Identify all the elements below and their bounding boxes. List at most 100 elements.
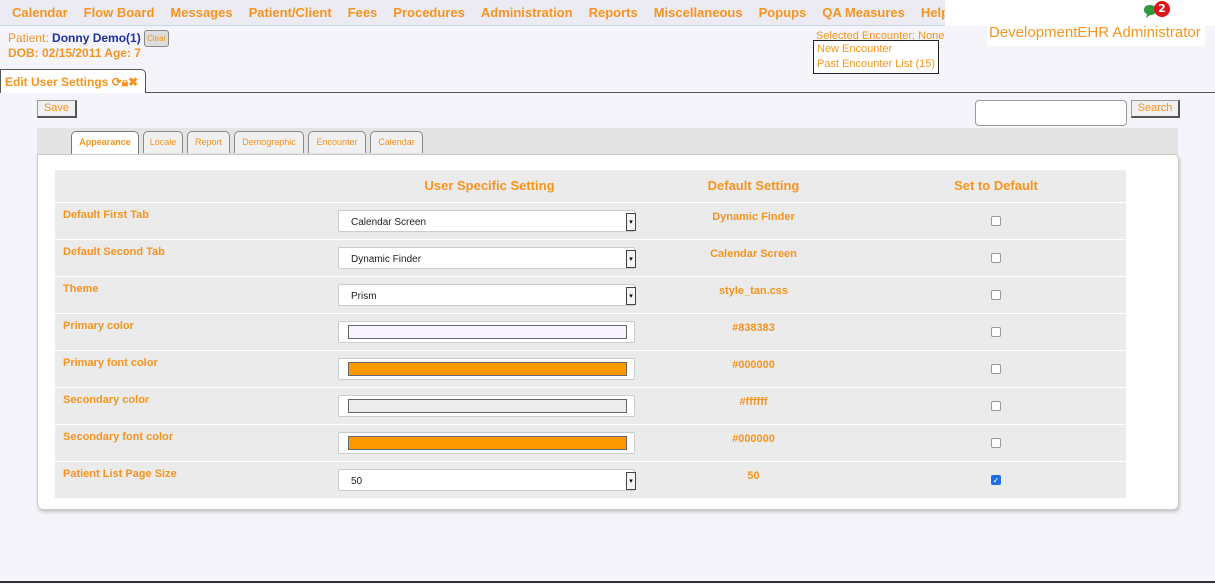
tab-calendar[interactable]: Calendar <box>370 131 423 153</box>
select-value: Calendar Screen <box>351 216 427 228</box>
tab-locale[interactable]: Locale <box>143 131 183 153</box>
setting-label: Default Second Tab <box>55 239 338 277</box>
menu-miscellaneous[interactable]: Miscellaneous <box>654 5 743 20</box>
dropdown-arrow-icon[interactable]: ▾ <box>626 471 636 490</box>
secondary-color-picker[interactable] <box>338 394 635 417</box>
color-swatch <box>348 398 627 413</box>
table-row: Primary color #838383 <box>55 313 1126 351</box>
menu-administration[interactable]: Administration <box>481 5 573 20</box>
user-menu[interactable]: DevelopmentEHR Administrator <box>987 18 1205 46</box>
default-value: Dynamic Finder <box>641 202 866 240</box>
patient-label: Patient: <box>8 31 49 45</box>
menu-reports[interactable]: Reports <box>589 5 638 20</box>
setting-control-cell <box>338 313 641 351</box>
tab-encounter[interactable]: Encounter <box>308 131 366 153</box>
setting-control-cell: Calendar Screen ▾ <box>338 202 641 240</box>
table-row: Primary font color #000000 <box>55 350 1126 388</box>
menu-popups[interactable]: Popups <box>759 5 807 20</box>
table-header-row: User Specific Setting Default Setting Se… <box>55 170 1126 203</box>
setting-control-cell <box>338 424 641 462</box>
secondary-font-color-picker[interactable] <box>338 431 635 454</box>
menu-procedures[interactable]: Procedures <box>393 5 465 20</box>
save-button[interactable]: Save <box>37 100 77 118</box>
close-icon[interactable]: ✖ <box>128 75 138 89</box>
header-label <box>55 170 338 203</box>
setting-label: Primary color <box>55 313 338 351</box>
menu-patient-client[interactable]: Patient/Client <box>249 5 332 20</box>
select-value: Dynamic Finder <box>351 253 422 265</box>
default-second-tab-select[interactable]: Dynamic Finder ▾ <box>338 246 636 269</box>
table-row: Default First Tab Calendar Screen ▾ Dynamic… <box>55 202 1126 240</box>
default-value: #ffffff <box>641 387 866 425</box>
dropdown-arrow-icon[interactable]: ▾ <box>626 249 636 268</box>
set-default-cell <box>866 276 1126 314</box>
setting-label: Patient List Page Size <box>55 461 338 499</box>
patient-name[interactable]: Donny Demo(1) <box>52 31 141 45</box>
bottom-border <box>0 581 1215 583</box>
header-set-to-default: Set to Default <box>866 170 1126 203</box>
set-default-cell <box>866 239 1126 277</box>
set-default-cell <box>866 350 1126 388</box>
default-value: #000000 <box>641 350 866 388</box>
set-to-default-checkbox[interactable] <box>991 363 1001 374</box>
set-default-cell: ✓ <box>866 461 1126 499</box>
header-default-setting: Default Setting <box>641 170 866 203</box>
menu-qa-measures[interactable]: QA Measures <box>822 5 905 20</box>
setting-label: Secondary font color <box>55 424 338 462</box>
patient-list-page-size-select[interactable]: 50 ▾ <box>338 468 636 491</box>
menu-fees[interactable]: Fees <box>348 5 378 20</box>
dropdown-arrow-icon[interactable]: ▾ <box>626 212 636 231</box>
default-value: Calendar Screen <box>641 239 866 277</box>
setting-control-cell <box>338 350 641 388</box>
clear-patient-button[interactable]: Clear <box>144 30 170 47</box>
default-value: 50 <box>641 461 866 499</box>
search-button[interactable]: Search <box>1131 100 1180 118</box>
new-encounter-link[interactable]: New Encounter <box>817 42 935 57</box>
set-to-default-checkbox[interactable] <box>991 289 1001 300</box>
set-default-cell <box>866 424 1126 462</box>
default-value: style_tan.css <box>641 276 866 314</box>
page-tab-title: Edit User Settings <box>5 75 109 89</box>
menu-messages[interactable]: Messages <box>170 5 232 20</box>
menu-calendar[interactable]: Calendar <box>12 5 68 20</box>
tab-appearance[interactable]: Appearance <box>71 131 139 155</box>
select-value: 50 <box>351 475 363 487</box>
setting-label: Default First Tab <box>55 202 338 240</box>
refresh-icon[interactable]: ⟳ <box>112 75 122 89</box>
tab-report[interactable]: Report <box>187 131 230 153</box>
set-default-cell <box>866 387 1126 425</box>
past-encounter-list-link[interactable]: Past Encounter List (15) <box>817 57 935 72</box>
user-name: DevelopmentEHR Administrator <box>989 24 1201 41</box>
patient-dob: DOB: 02/15/2011 Age: 7 <box>8 46 141 60</box>
color-swatch <box>348 324 627 339</box>
dropdown-arrow-icon[interactable]: ▾ <box>626 286 636 305</box>
menu-flow-board[interactable]: Flow Board <box>84 5 155 20</box>
header-user-setting: User Specific Setting <box>338 170 641 203</box>
tab-demographic[interactable]: Demographic <box>234 131 304 153</box>
set-default-cell <box>866 313 1126 351</box>
table-row: Theme Prism ▾ style_tan.css <box>55 276 1126 314</box>
encounter-menu: New Encounter Past Encounter List (15) <box>813 40 940 74</box>
primary-color-picker[interactable] <box>338 320 635 343</box>
set-to-default-checkbox[interactable] <box>991 215 1001 226</box>
tab-divider <box>0 92 1215 93</box>
set-to-default-checkbox[interactable] <box>991 437 1001 448</box>
patient-info: Patient: Donny Demo(1) Clear DOB: 02/15/… <box>8 30 170 60</box>
default-value: #000000 <box>641 424 866 462</box>
setting-control-cell: 50 ▾ <box>338 461 641 499</box>
theme-select[interactable]: Prism ▾ <box>338 283 636 306</box>
set-to-default-checkbox[interactable]: ✓ <box>991 474 1001 485</box>
set-to-default-checkbox[interactable] <box>991 400 1001 411</box>
search-input[interactable] <box>975 100 1127 126</box>
primary-font-color-picker[interactable] <box>338 357 635 380</box>
set-to-default-checkbox[interactable] <box>991 252 1001 263</box>
setting-label: Secondary color <box>55 387 338 425</box>
setting-control-cell: Dynamic Finder ▾ <box>338 239 641 277</box>
table-row: Secondary font color #000000 <box>55 424 1126 462</box>
default-first-tab-select[interactable]: Calendar Screen ▾ <box>338 209 636 232</box>
notification-badge: 2 <box>1154 1 1170 17</box>
table-row: Secondary color #ffffff <box>55 387 1126 425</box>
tab-edit-user-settings[interactable]: Edit User Settings ⟳🔒︎✖ <box>0 69 146 93</box>
set-to-default-checkbox[interactable] <box>991 326 1001 337</box>
main-menu: Calendar Flow Board Messages Patient/Cli… <box>0 0 949 26</box>
